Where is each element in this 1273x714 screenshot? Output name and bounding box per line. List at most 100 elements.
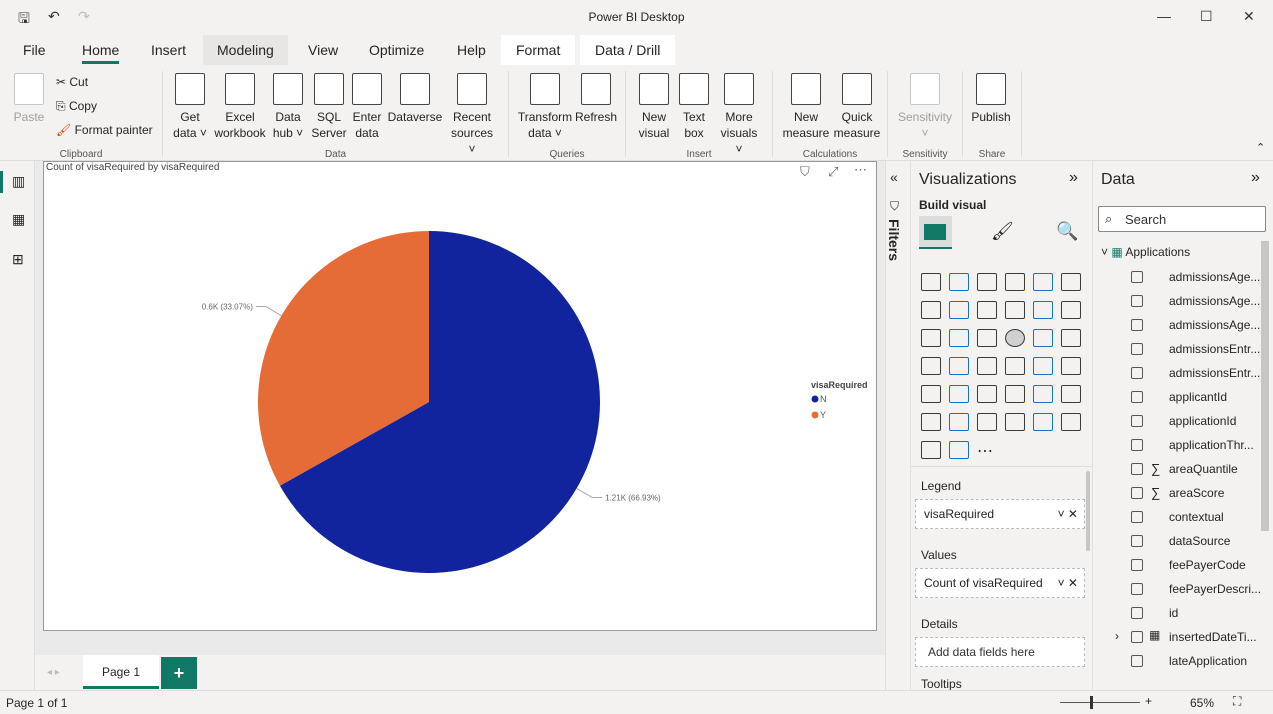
remove-field-icon[interactable]: ˅ ✕ — [1058, 500, 1078, 528]
ribbon-button-transform[interactable]: Transform data ˅ — [515, 73, 575, 141]
analytics-icon[interactable]: 🔍 — [1056, 221, 1078, 242]
filled-map-icon[interactable] — [949, 357, 969, 375]
ribbon-button-new[interactable]: New visual — [635, 73, 673, 141]
field-checkbox[interactable] — [1131, 463, 1143, 475]
field-item[interactable]: dataSource — [1093, 531, 1263, 555]
table-applications[interactable]: ˅ ▦ Applications — [1101, 245, 1190, 259]
field-item[interactable]: id — [1093, 603, 1263, 627]
waterfall-icon[interactable] — [921, 329, 941, 347]
values-field-well[interactable]: Count of visaRequired ˅ ✕ — [915, 568, 1085, 598]
multi-row-card-icon[interactable] — [1033, 357, 1053, 375]
copy-button[interactable]: ⎘ Copy — [56, 99, 97, 114]
report-view-icon[interactable]: ▥ — [12, 173, 25, 190]
field-item[interactable]: admissionsEntr... — [1093, 363, 1263, 387]
decomposition-tree-icon[interactable] — [921, 413, 941, 431]
chevron-right-icon[interactable]: › — [1115, 629, 1119, 643]
ribbon-button-get[interactable]: Get data ˅ — [172, 73, 208, 141]
100-bar-icon[interactable] — [1033, 273, 1053, 291]
field-item[interactable]: lateApplication — [1093, 651, 1263, 675]
format-painter-button[interactable]: 🖌 Format painter — [56, 123, 153, 137]
tab-view[interactable]: View — [298, 35, 348, 65]
trophy-icon[interactable] — [1005, 413, 1025, 431]
collapse-ribbon-icon[interactable]: ⌃ — [1256, 141, 1265, 154]
field-checkbox[interactable] — [1131, 415, 1143, 427]
remove-field-icon[interactable]: ˅ ✕ — [1058, 569, 1078, 597]
legend-marker-N[interactable] — [811, 395, 819, 403]
format-visual-icon[interactable]: 🖌 — [991, 221, 1014, 242]
tab-modeling[interactable]: Modeling — [203, 35, 288, 65]
close-button[interactable]: ✕ — [1243, 8, 1255, 25]
tab-home[interactable]: Home — [72, 35, 129, 65]
field-item[interactable]: feePayerCode — [1093, 555, 1263, 579]
scatter-icon[interactable] — [977, 329, 997, 347]
more-icon[interactable]: ⋯ — [977, 441, 997, 460]
field-checkbox[interactable] — [1131, 295, 1143, 307]
line-column-icon[interactable] — [1005, 301, 1025, 319]
treemap-icon[interactable] — [1061, 329, 1081, 347]
field-item[interactable]: applicationThr... — [1093, 435, 1263, 459]
field-checkbox[interactable] — [1131, 559, 1143, 571]
ribbon-button-quick[interactable]: Quick measure — [830, 73, 884, 141]
ribbon-button-recent[interactable]: Recent sources ˅ — [447, 73, 497, 157]
field-checkbox[interactable] — [1131, 343, 1143, 355]
field-checkbox[interactable] — [1131, 607, 1143, 619]
tab-file[interactable]: File — [13, 35, 56, 65]
clustered-column-icon[interactable] — [1005, 273, 1025, 291]
page-tab-1[interactable]: Page 1 — [83, 655, 159, 689]
key-influencers-icon[interactable] — [1061, 385, 1081, 403]
fit-to-page-icon[interactable]: ⛶ — [1233, 694, 1241, 709]
pie-chart-visual[interactable]: Count of visaRequired by visaRequired ⛉ … — [43, 161, 877, 631]
ribbon-button-data[interactable]: Data hub ˅ — [268, 73, 308, 141]
field-item[interactable]: admissionsAge... — [1093, 315, 1263, 339]
maximize-button[interactable]: ☐ — [1200, 8, 1213, 25]
field-checkbox[interactable] — [1131, 511, 1143, 523]
tab-help[interactable]: Help — [447, 35, 496, 65]
table-view-icon[interactable]: ▦ — [12, 211, 25, 228]
ribbon-button-text[interactable]: Text box — [676, 73, 712, 141]
tab-optimize[interactable]: Optimize — [359, 35, 434, 65]
field-checkbox[interactable] — [1131, 367, 1143, 379]
field-item[interactable]: › ▦ insertedDateTi... — [1093, 627, 1263, 651]
power-automate-icon[interactable] — [949, 441, 969, 459]
ribbon-button-dataverse[interactable]: Dataverse — [387, 73, 443, 125]
expand-icon[interactable]: « — [890, 169, 898, 185]
field-item[interactable]: applicantId — [1093, 387, 1263, 411]
stacked-bar-icon[interactable] — [921, 273, 941, 291]
ribbon-button-sensitivity[interactable]: Sensitivity ˅ — [894, 73, 956, 141]
tab-data-drill[interactable]: Data / Drill — [580, 35, 676, 65]
legend-field-well[interactable]: visaRequired ˅ ✕ — [915, 499, 1085, 529]
map-icon[interactable] — [921, 357, 941, 375]
field-checkbox[interactable] — [1131, 487, 1143, 499]
legend-marker-Y[interactable] — [811, 411, 819, 419]
pie-icon[interactable] — [1005, 329, 1025, 347]
cut-button[interactable]: ✂ Cut — [56, 75, 88, 89]
stacked-column-icon[interactable] — [949, 273, 969, 291]
ribbon-button-more[interactable]: More visuals ˅ — [717, 73, 761, 157]
legend-item-N[interactable]: N — [820, 394, 827, 404]
ribbon-button-enter[interactable]: Enter data — [348, 73, 386, 141]
donut-icon[interactable] — [1033, 329, 1053, 347]
collapse-icon[interactable]: » — [1069, 169, 1078, 187]
gauge-icon[interactable] — [977, 357, 997, 375]
table-icon[interactable] — [949, 385, 969, 403]
paginated-icon[interactable] — [1033, 413, 1053, 431]
ribbon-button-publish[interactable]: Publish — [968, 73, 1014, 125]
field-item[interactable]: contextual — [1093, 507, 1263, 531]
field-item[interactable]: ∑ areaScore — [1093, 483, 1263, 507]
scrollbar[interactable] — [1086, 471, 1090, 551]
field-item[interactable]: feePayerDescri... — [1093, 579, 1263, 603]
field-checkbox[interactable] — [1131, 583, 1143, 595]
kpi-icon[interactable] — [1061, 357, 1081, 375]
r-visual-icon[interactable] — [1005, 385, 1025, 403]
field-checkbox[interactable] — [1131, 271, 1143, 283]
qa-icon[interactable] — [949, 413, 969, 431]
field-item[interactable]: admissionsAge... — [1093, 267, 1263, 291]
field-item[interactable]: admissionsEntr... — [1093, 339, 1263, 363]
prev-page-icon[interactable]: ◂ ▸ — [47, 667, 60, 678]
field-item[interactable]: admissionsAge... — [1093, 291, 1263, 315]
line-clustered-icon[interactable] — [1033, 301, 1053, 319]
filters-pane-collapsed[interactable]: « ⛉ Filters — [885, 161, 910, 690]
clustered-bar-icon[interactable] — [977, 273, 997, 291]
ribbon-button-sql[interactable]: SQL Server — [311, 73, 347, 141]
search-input[interactable]: ⌕ Search — [1098, 206, 1266, 232]
